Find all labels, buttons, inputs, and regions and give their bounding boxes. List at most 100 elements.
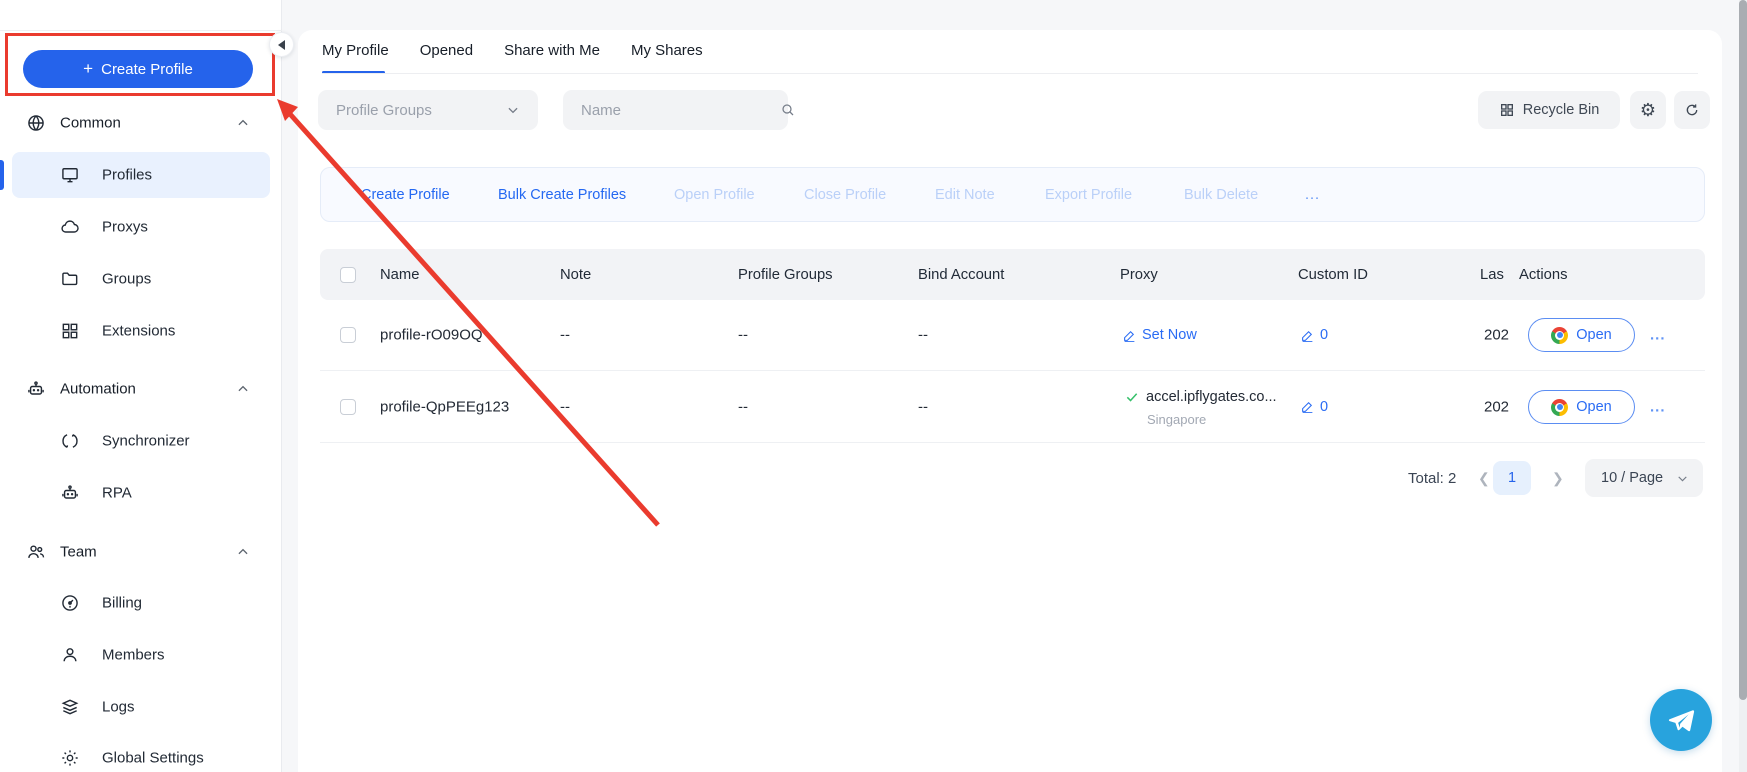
- pagination-page-1[interactable]: 1: [1493, 461, 1531, 495]
- action-bulk-create-profiles[interactable]: Bulk Create Profiles: [498, 187, 626, 203]
- header-profile-groups: Profile Groups: [738, 267, 833, 283]
- sidebar-item-label: Profiles: [102, 167, 152, 184]
- row-checkbox[interactable]: [340, 399, 356, 415]
- custom-id-edit-link[interactable]: 0: [1301, 327, 1328, 343]
- sidebar-item-label: Global Settings: [102, 750, 204, 767]
- sidebar-item-label: Billing: [102, 595, 142, 612]
- search-icon[interactable]: [780, 102, 796, 118]
- sidebar-section-automation[interactable]: Automation: [0, 366, 282, 412]
- tab-opened[interactable]: Opened: [420, 42, 473, 75]
- create-profile-label: Create Profile: [101, 61, 193, 78]
- sidebar-item-profiles[interactable]: Profiles: [0, 152, 282, 198]
- tab-share-with-me[interactable]: Share with Me: [504, 42, 600, 75]
- action-create-profile[interactable]: Create Profile: [361, 187, 450, 203]
- gear-icon: [60, 748, 80, 768]
- person-icon: [60, 645, 80, 665]
- custom-id-edit-link[interactable]: 0: [1301, 399, 1328, 415]
- sidebar-item-logs[interactable]: Logs: [0, 684, 282, 730]
- action-more-icon[interactable]: ...: [1305, 187, 1320, 203]
- telegram-button[interactable]: [1650, 689, 1712, 751]
- header-bind-account: Bind Account: [918, 267, 1004, 283]
- chevron-up-icon[interactable]: [236, 116, 250, 130]
- pencil-icon: [1301, 400, 1314, 413]
- globe-icon: [26, 113, 46, 133]
- recycle-bin-label: Recycle Bin: [1523, 102, 1600, 118]
- cell-profile-groups: --: [738, 398, 748, 415]
- pagination-total: Total: 2: [1408, 470, 1456, 487]
- cell-name: profile-QpPEEg123: [380, 398, 509, 415]
- telegram-plane-icon: [1666, 705, 1696, 735]
- sidebar: + Create Profile Common Profiles Pr: [0, 0, 282, 772]
- pencil-icon: [1123, 329, 1136, 342]
- monitor-icon: [60, 165, 80, 185]
- chevron-up-icon[interactable]: [236, 382, 250, 396]
- sidebar-item-label: RPA: [102, 485, 132, 502]
- cell-note: --: [560, 398, 570, 415]
- check-icon: [1125, 390, 1139, 404]
- refresh-button[interactable]: [1674, 91, 1710, 129]
- sidebar-item-label: Proxys: [102, 219, 148, 236]
- sidebar-item-label: Groups: [102, 271, 151, 288]
- header-last-truncated: Las: [1480, 267, 1507, 283]
- proxy-set-now-link[interactable]: Set Now: [1123, 327, 1197, 343]
- recycle-bin-button[interactable]: Recycle Bin: [1478, 91, 1620, 129]
- row-checkbox[interactable]: [340, 327, 356, 343]
- tabs-divider: [322, 73, 1698, 74]
- tab-my-shares[interactable]: My Shares: [631, 42, 703, 75]
- settings-button[interactable]: ⚙: [1630, 91, 1666, 129]
- row-more-icon[interactable]: ...: [1650, 398, 1666, 415]
- chrome-icon: [1551, 327, 1568, 344]
- sidebar-item-label: Synchronizer: [102, 433, 190, 450]
- table-row: profile-rO09OQ -- -- -- Set Now 0 202 Op…: [320, 300, 1705, 371]
- sidebar-top-divider: [0, 30, 282, 31]
- cell-note: --: [560, 327, 570, 344]
- select-all-checkbox[interactable]: [340, 267, 356, 283]
- action-bulk-delete: Bulk Delete: [1184, 187, 1258, 203]
- scrollbar-thumb[interactable]: [1739, 0, 1747, 700]
- action-edit-note: Edit Note: [935, 187, 995, 203]
- profile-groups-select[interactable]: Profile Groups: [318, 90, 538, 130]
- section-label: Automation: [60, 381, 136, 398]
- sidebar-item-label: Members: [102, 647, 165, 664]
- layers-icon: [60, 697, 80, 717]
- header-actions: Actions: [1519, 267, 1568, 283]
- table-header: Name Note Profile Groups Bind Account Pr…: [320, 249, 1705, 300]
- cell-proxy-location: Singapore: [1147, 412, 1206, 427]
- main-panel: My Profile Opened Share with Me My Share…: [298, 30, 1722, 772]
- chevron-up-icon[interactable]: [236, 545, 250, 559]
- sidebar-item-billing[interactable]: Billing: [0, 580, 282, 626]
- sync-icon: [60, 431, 80, 451]
- sidebar-item-rpa[interactable]: RPA: [0, 470, 282, 516]
- sidebar-section-team[interactable]: Team: [0, 529, 282, 575]
- sidebar-section-common[interactable]: Common: [0, 100, 282, 146]
- pagination-next-icon[interactable]: ❯: [1552, 470, 1564, 487]
- row-more-icon[interactable]: ...: [1650, 327, 1666, 344]
- page-size-value: 10 / Page: [1601, 470, 1663, 486]
- pagination-prev-icon[interactable]: ❮: [1478, 470, 1490, 487]
- sidebar-item-members[interactable]: Members: [0, 632, 282, 678]
- header-name: Name: [380, 267, 419, 283]
- chrome-icon: [1551, 399, 1568, 416]
- cell-name: profile-rO09OQ: [380, 327, 483, 344]
- action-close-profile: Close Profile: [804, 187, 886, 203]
- sidebar-item-synchronizer[interactable]: Synchronizer: [0, 418, 282, 464]
- name-search-input[interactable]: [581, 102, 780, 119]
- open-profile-button[interactable]: Open: [1528, 318, 1635, 352]
- create-profile-button[interactable]: + Create Profile: [23, 50, 253, 88]
- sidebar-item-groups[interactable]: Groups: [0, 256, 282, 302]
- sidebar-item-label: Extensions: [102, 323, 175, 340]
- chevron-down-icon: [506, 103, 520, 117]
- folder-icon: [60, 269, 80, 289]
- section-label: Team: [60, 544, 97, 561]
- header-note: Note: [560, 267, 591, 283]
- refresh-icon: [1684, 102, 1700, 118]
- gauge-icon: [60, 593, 80, 613]
- open-profile-button[interactable]: Open: [1528, 390, 1635, 424]
- grid-icon: [60, 321, 80, 341]
- sidebar-collapse-button[interactable]: [269, 32, 294, 57]
- sidebar-item-global-settings[interactable]: Global Settings: [0, 735, 282, 772]
- sidebar-item-extensions[interactable]: Extensions: [0, 308, 282, 354]
- cell-proxy-host[interactable]: accel.ipflygates.co...: [1125, 389, 1277, 405]
- page-size-select[interactable]: 10 / Page: [1585, 459, 1703, 497]
- sidebar-item-proxys[interactable]: Proxys: [0, 204, 282, 250]
